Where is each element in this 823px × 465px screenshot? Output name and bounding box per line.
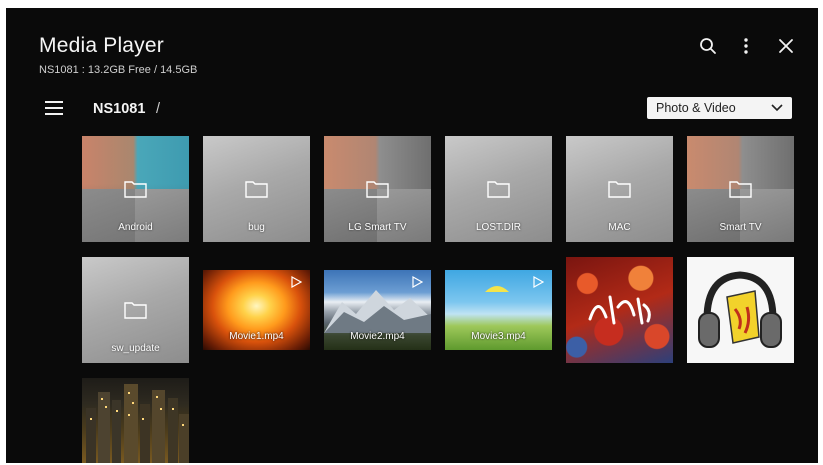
tile-label: Android [118, 222, 153, 233]
close-button[interactable] [775, 35, 797, 57]
more-vertical-icon [744, 38, 748, 54]
menu-button[interactable] [44, 100, 64, 116]
folder-tile-lost-dir[interactable]: LOST.DIR [445, 136, 552, 242]
folder-tile-lg-smart-tv[interactable]: LG Smart TV [324, 136, 431, 242]
photo-tile-headphones[interactable] [687, 257, 794, 363]
video-tile-movie1[interactable]: Movie1.mp4 [203, 270, 310, 350]
search-button[interactable] [697, 35, 719, 57]
photo-tile-city-night[interactable] [82, 378, 189, 463]
chevron-down-icon [771, 104, 783, 112]
city-art [86, 384, 189, 463]
folder-tile-mac[interactable]: MAC [566, 136, 673, 242]
play-icon [412, 276, 423, 288]
tile-label: MAC [608, 222, 631, 233]
tile-label: Smart TV [719, 222, 762, 233]
search-icon [700, 38, 716, 54]
video-tile-movie3[interactable]: Movie3.mp4 [445, 270, 552, 350]
play-icon [291, 276, 302, 288]
media-player-screen: Media Player NS1081 : 13.2GB Free / 14.5… [6, 8, 818, 463]
folder-tile-sw-update[interactable]: sw_update [82, 257, 189, 363]
tile-label: sw_update [111, 343, 160, 354]
filter-selected-label: Photo & Video [656, 101, 736, 115]
tile-label: Movie3.mp4 [471, 331, 526, 342]
tile-label: LOST.DIR [475, 222, 521, 233]
video-tile-movie2[interactable]: Movie2.mp4 [324, 270, 431, 350]
mountain-art [324, 290, 431, 333]
app-title: Media Player [39, 34, 164, 57]
close-icon [779, 39, 793, 53]
folder-icon [729, 181, 752, 198]
content-filter-dropdown[interactable]: Photo & Video [647, 97, 792, 119]
folder-tile-smart-tv[interactable]: Smart TV [687, 136, 794, 242]
calligraphy-art [588, 295, 651, 325]
headphones-art [698, 271, 782, 348]
folder-tile-android[interactable]: Android [82, 136, 189, 242]
tile-label: Movie1.mp4 [229, 331, 284, 342]
tile-label: bug [248, 222, 265, 233]
folder-icon [608, 181, 631, 198]
folder-icon [245, 181, 268, 198]
more-options-button[interactable] [735, 35, 757, 57]
play-icon [533, 276, 544, 288]
folder-tile-bug[interactable]: bug [203, 136, 310, 242]
folder-icon [124, 302, 147, 319]
parachute-art [485, 286, 509, 292]
hamburger-icon [45, 101, 63, 115]
tile-label: LG Smart TV [348, 222, 407, 233]
breadcrumb-separator: / [156, 101, 161, 117]
folder-icon [487, 181, 510, 198]
tile-label: Movie2.mp4 [350, 331, 405, 342]
breadcrumb-current[interactable]: NS1081 [93, 101, 145, 117]
folder-icon [124, 181, 147, 198]
photo-tile-autumn[interactable] [566, 257, 673, 363]
storage-info: NS1081 : 13.2GB Free / 14.5GB [39, 64, 198, 76]
folder-icon [366, 181, 389, 198]
